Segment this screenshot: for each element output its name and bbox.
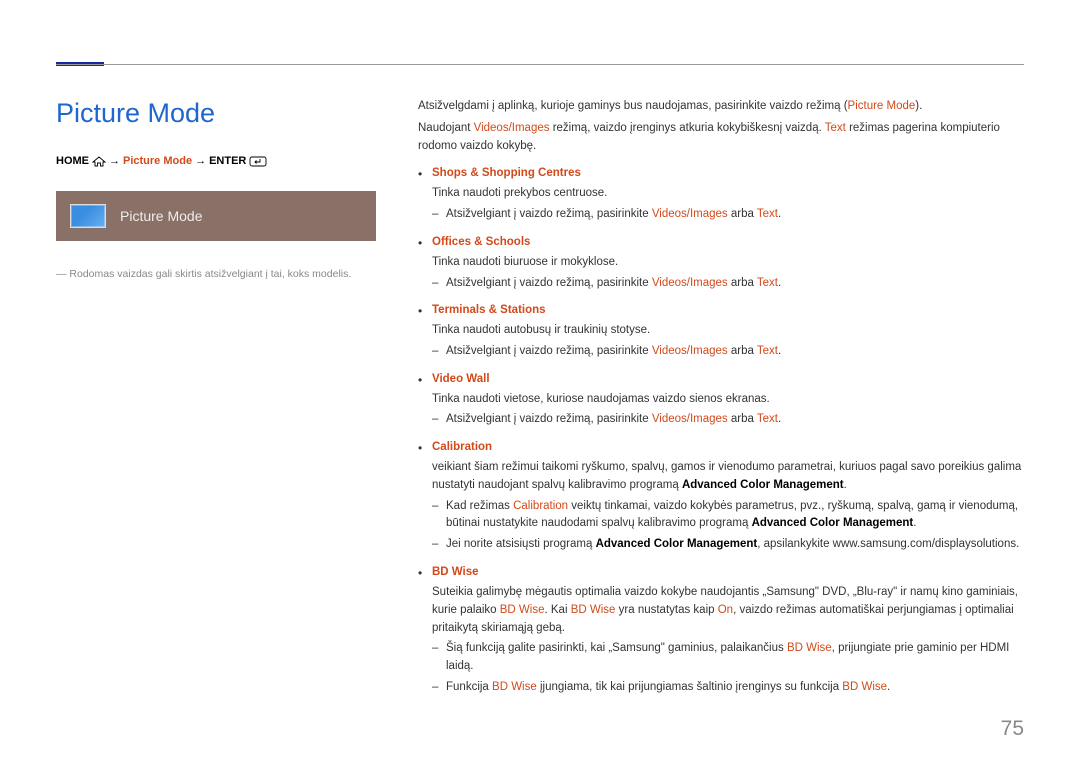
mode-title: Offices & Schools [432, 234, 1024, 252]
intro-line-1: Atsižvelgdami į aplinką, kurioje gaminys… [418, 98, 1024, 116]
page-number: 75 [1001, 717, 1024, 741]
mode-desc: Tinka naudoti prekybos centruose. [432, 185, 1024, 203]
model-note: ― Rodomas vaizdas gali skirtis atsižvelg… [56, 267, 376, 282]
mode-title: Video Wall [432, 371, 1024, 389]
mode-sub: Kad režimas Calibration veiktų tinkamai,… [432, 498, 1024, 534]
mode-desc: veikiant šiam režimui taikomi ryškumo, s… [432, 459, 1024, 495]
mode-title: Terminals & Stations [432, 302, 1024, 320]
mode-sub: Funkcija BD Wise įjungiama, tik kai prij… [432, 679, 1024, 697]
mode-title: BD Wise [432, 564, 1024, 582]
mode-offices: Offices & Schools Tinka naudoti biuruose… [418, 234, 1024, 292]
left-column: Picture Mode HOME → Picture Mode → ENTER… [56, 98, 376, 697]
mode-sub: Atsižvelgiant į vaizdo režimą, pasirinki… [432, 411, 1024, 429]
mode-desc: Tinka naudoti biuruose ir mokyklose. [432, 254, 1024, 272]
breadcrumb-home: HOME [56, 155, 89, 167]
mode-terminals: Terminals & Stations Tinka naudoti autob… [418, 302, 1024, 360]
intro-line-2: Naudojant Videos/Images režimą, vaizdo į… [418, 120, 1024, 156]
mode-sub: Atsižvelgiant į vaizdo režimą, pasirinki… [432, 343, 1024, 361]
mode-title: Shops & Shopping Centres [432, 165, 1024, 183]
header-rule [56, 64, 1024, 65]
mode-sub: Jei norite atsisiųsti programą Advanced … [432, 536, 1024, 554]
breadcrumb-enter: ENTER [209, 155, 246, 167]
home-icon [92, 156, 106, 167]
mode-desc: Suteikia galimybę mėgautis optimalia vai… [432, 584, 1024, 637]
picture-mode-bar-label: Picture Mode [120, 208, 202, 224]
mode-title: Calibration [432, 439, 1024, 457]
mode-desc: Tinka naudoti vietose, kuriose naudojama… [432, 391, 1024, 409]
enter-icon [249, 156, 267, 167]
mode-sub: Atsižvelgiant į vaizdo režimą, pasirinki… [432, 275, 1024, 293]
mode-sub: Šią funkciją galite pasirinkti, kai „Sam… [432, 640, 1024, 676]
mode-bdwise: BD Wise Suteikia galimybę mėgautis optim… [418, 564, 1024, 697]
mode-list: Shops & Shopping Centres Tinka naudoti p… [418, 165, 1024, 696]
right-column: Atsižvelgdami į aplinką, kurioje gaminys… [418, 98, 1024, 697]
mode-sub: Atsižvelgiant į vaizdo režimą, pasirinki… [432, 206, 1024, 224]
arrow-icon: → [195, 155, 206, 167]
page-title: Picture Mode [56, 98, 376, 129]
mode-shops: Shops & Shopping Centres Tinka naudoti p… [418, 165, 1024, 223]
picture-mode-thumb-icon [70, 204, 106, 228]
breadcrumb-picture-mode: Picture Mode [123, 155, 192, 167]
mode-desc: Tinka naudoti autobusų ir traukinių stot… [432, 322, 1024, 340]
mode-videowall: Video Wall Tinka naudoti vietose, kurios… [418, 371, 1024, 429]
mode-calibration: Calibration veikiant šiam režimui taikom… [418, 439, 1024, 554]
breadcrumb: HOME → Picture Mode → ENTER [56, 155, 376, 167]
picture-mode-bar: Picture Mode [56, 191, 376, 241]
arrow-icon: → [109, 155, 120, 167]
content: Picture Mode HOME → Picture Mode → ENTER… [56, 98, 1024, 697]
